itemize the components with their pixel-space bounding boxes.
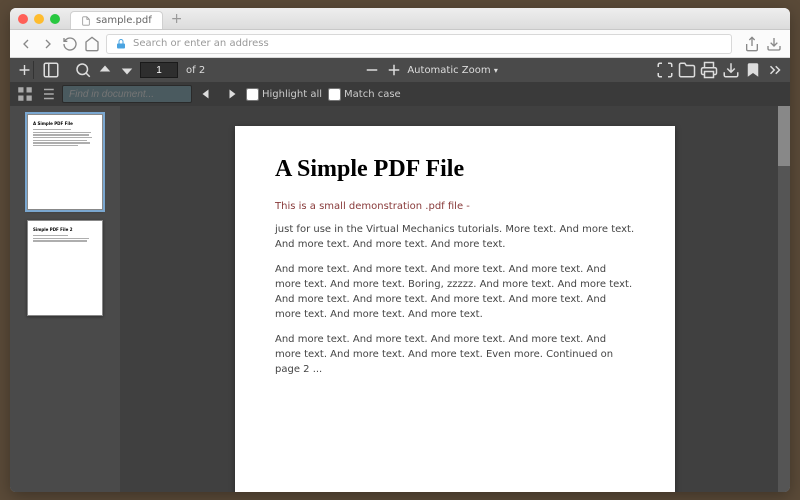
open-file-icon[interactable] xyxy=(678,61,696,79)
download-pdf-icon[interactable] xyxy=(722,61,740,79)
pdf-page-1: A Simple PDF File This is a small demons… xyxy=(235,126,675,492)
navbar: Search or enter an address xyxy=(10,30,790,58)
zoom-in-button[interactable] xyxy=(385,61,403,79)
close-window-button[interactable] xyxy=(18,14,28,24)
page-thumbnail-1[interactable]: A Simple PDF File xyxy=(27,114,103,210)
document-area[interactable]: A Simple PDF File This is a small demons… xyxy=(120,106,790,492)
address-bar[interactable]: Search or enter an address xyxy=(106,34,732,54)
zoom-select[interactable]: Automatic Zoom ▾ xyxy=(407,65,498,76)
download-icon[interactable] xyxy=(766,36,782,52)
match-case-checkbox[interactable]: Match case xyxy=(328,88,401,101)
document-intro: This is a small demonstration .pdf file … xyxy=(275,201,635,212)
site-identity-icon xyxy=(115,38,127,50)
viewer-main: A Simple PDF File Simple PDF File 2 xyxy=(10,106,790,492)
find-previous-button[interactable] xyxy=(198,85,216,103)
outline-view-icon[interactable] xyxy=(38,85,56,103)
document-title: A Simple PDF File xyxy=(275,156,635,183)
forward-button[interactable] xyxy=(40,36,56,52)
titlebar: sample.pdf + xyxy=(10,8,790,30)
reload-button[interactable] xyxy=(62,36,78,52)
find-bar: Highlight all Match case xyxy=(10,82,790,106)
new-tab-button[interactable]: + xyxy=(171,12,183,26)
page-thumbnail-2[interactable]: Simple PDF File 2 xyxy=(27,220,103,316)
find-input[interactable] xyxy=(62,85,192,103)
minimize-window-button[interactable] xyxy=(34,14,44,24)
home-button[interactable] xyxy=(84,36,100,52)
chevron-down-icon: ▾ xyxy=(494,66,498,75)
window-controls xyxy=(18,14,60,24)
highlight-all-checkbox[interactable]: Highlight all xyxy=(246,88,322,101)
bookmark-icon[interactable] xyxy=(744,61,762,79)
maximize-window-button[interactable] xyxy=(50,14,60,24)
search-icon[interactable] xyxy=(74,61,92,79)
document-paragraph: just for use in the Virtual Mechanics tu… xyxy=(275,222,635,252)
tab-title: sample.pdf xyxy=(96,15,152,26)
browser-tab[interactable]: sample.pdf xyxy=(70,11,163,29)
pdf-viewer-toolbar: of 2 Automatic Zoom ▾ xyxy=(10,58,790,82)
add-tab-button[interactable] xyxy=(16,61,34,79)
share-icon[interactable] xyxy=(744,36,760,52)
find-next-button[interactable] xyxy=(222,85,240,103)
browser-window: sample.pdf + Search or enter an address … xyxy=(10,8,790,492)
zoom-out-button[interactable] xyxy=(363,61,381,79)
previous-page-button[interactable] xyxy=(96,61,114,79)
pdf-file-icon xyxy=(81,16,91,26)
next-page-button[interactable] xyxy=(118,61,136,79)
scrollbar-thumb[interactable] xyxy=(778,106,790,166)
sidebar-toggle-button[interactable] xyxy=(42,61,60,79)
address-placeholder: Search or enter an address xyxy=(133,38,269,49)
tools-icon[interactable] xyxy=(766,61,784,79)
fullscreen-icon[interactable] xyxy=(656,61,674,79)
document-paragraph: And more text. And more text. And more t… xyxy=(275,262,635,322)
print-icon[interactable] xyxy=(700,61,718,79)
thumbnail-view-icon[interactable] xyxy=(16,85,34,103)
page-total-label: of 2 xyxy=(186,65,205,76)
vertical-scrollbar[interactable] xyxy=(778,106,790,492)
thumbnail-sidebar: A Simple PDF File Simple PDF File 2 xyxy=(10,106,120,492)
document-paragraph: And more text. And more text. And more t… xyxy=(275,332,635,377)
back-button[interactable] xyxy=(18,36,34,52)
page-number-input[interactable] xyxy=(140,62,178,78)
